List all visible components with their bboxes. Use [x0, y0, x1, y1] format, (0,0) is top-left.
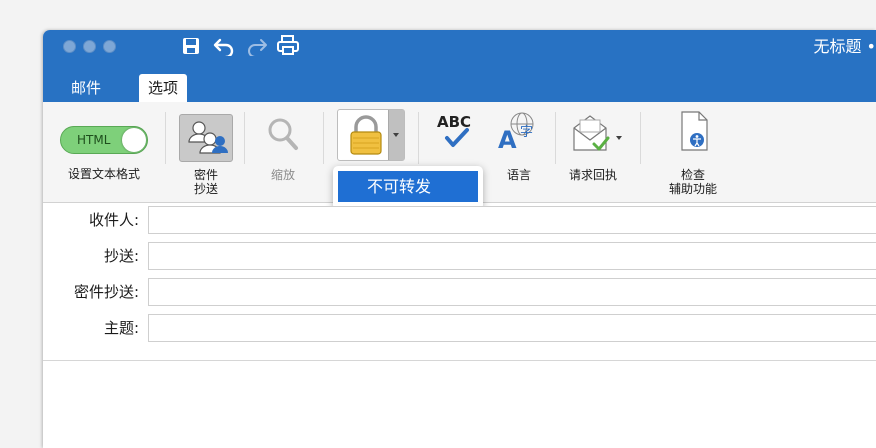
subject-label: 主题:	[103, 319, 139, 337]
divider	[555, 112, 556, 164]
read-receipt-icon[interactable]	[570, 114, 630, 156]
print-icon[interactable]	[276, 34, 300, 56]
divider	[165, 112, 166, 164]
permission-button[interactable]	[337, 109, 405, 161]
language-icon[interactable]: A 字	[498, 110, 540, 156]
lock-icon	[350, 115, 382, 155]
zoom-window-button[interactable]	[103, 40, 116, 53]
zoom-icon[interactable]	[266, 116, 300, 152]
zoom-label: 缩放	[270, 168, 295, 182]
save-icon[interactable]	[181, 36, 201, 56]
bcc-field[interactable]	[148, 278, 876, 306]
cc-row: 抄送:	[43, 239, 876, 275]
cc-label: 抄送:	[103, 247, 139, 265]
spelling-icon[interactable]: ABC	[435, 110, 479, 154]
bcc-field-label: 密件抄送:	[73, 283, 139, 301]
language-label: 语言	[506, 168, 531, 182]
contacts-icon	[188, 121, 228, 154]
accessibility-label-line1: 检查	[680, 168, 705, 182]
chevron-down-icon[interactable]	[388, 110, 404, 160]
window-title: 无标题 •	[813, 37, 876, 56]
redo-icon[interactable]	[246, 36, 268, 56]
format-text-label: 设置文本格式	[67, 167, 140, 181]
subject-row: 主题:	[43, 311, 876, 347]
format-toggle-value: HTML	[77, 133, 111, 147]
accessibility-icon[interactable]	[679, 110, 711, 154]
subject-field[interactable]	[148, 314, 876, 342]
bcc-label-line1: 密件	[193, 168, 218, 182]
toggle-knob	[122, 128, 146, 152]
read-receipt-label: 请求回执	[568, 168, 617, 182]
bcc-label-line2: 抄送	[193, 182, 218, 196]
to-row: 收件人:	[43, 203, 876, 239]
to-label: 收件人:	[88, 211, 139, 229]
minimize-window-button[interactable]	[83, 40, 96, 53]
divider	[640, 112, 641, 164]
format-toggle[interactable]: HTML	[60, 126, 148, 154]
bcc-row: 密件抄送:	[43, 275, 876, 311]
tab-mail[interactable]: 邮件	[62, 74, 110, 102]
divider	[244, 112, 245, 164]
divider	[323, 112, 324, 164]
cc-field[interactable]	[148, 242, 876, 270]
bcc-button[interactable]	[179, 114, 233, 162]
tab-options[interactable]: 选项	[139, 74, 188, 102]
divider	[418, 112, 419, 164]
menu-item-do-not-forward[interactable]: 不可转发	[338, 171, 478, 202]
compose-window: 无标题 • 邮件 选项 HTML 设置文本格式 密件 抄送 缩放 ABC A 字…	[43, 30, 876, 448]
close-window-button[interactable]	[63, 40, 76, 53]
to-field[interactable]	[148, 206, 876, 234]
title-bar: 无标题 • 邮件 选项	[43, 30, 876, 102]
svg-text:A: A	[498, 126, 517, 154]
message-body[interactable]	[43, 360, 876, 448]
undo-icon[interactable]	[213, 36, 235, 56]
accessibility-label-line2: 辅助功能	[668, 182, 717, 196]
svg-text:字: 字	[520, 125, 533, 140]
